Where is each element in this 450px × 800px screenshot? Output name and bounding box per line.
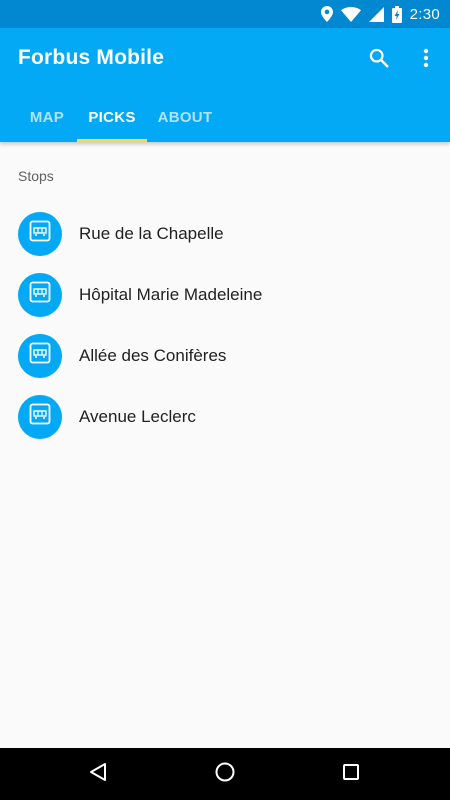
search-icon: [368, 47, 390, 74]
stop-avatar: [18, 333, 62, 378]
back-button[interactable]: [78, 754, 118, 794]
tab-map[interactable]: MAP: [17, 92, 77, 142]
status-bar: 2:30: [0, 0, 450, 28]
stop-name: Allée des Conifères: [79, 345, 227, 365]
stop-list: Rue de la Chapelle Hôpital Marie Madelei…: [0, 203, 450, 447]
tab-indicator: [77, 139, 147, 142]
app-bar: Forbus Mobile MAP PICKS ABOUT: [0, 28, 450, 142]
bus-icon: [29, 342, 51, 369]
home-button[interactable]: [205, 754, 245, 794]
recents-button[interactable]: [331, 754, 371, 794]
location-icon: [320, 6, 333, 22]
bus-icon: [29, 281, 51, 308]
back-icon: [88, 762, 108, 787]
tab-picks[interactable]: PICKS: [77, 92, 147, 142]
bus-icon: [29, 403, 51, 430]
recents-icon: [342, 763, 360, 786]
home-icon: [214, 761, 236, 788]
stop-avatar: [18, 272, 62, 317]
signal-icon: [368, 6, 384, 22]
tab-about[interactable]: ABOUT: [147, 92, 223, 142]
stop-name: Rue de la Chapelle: [79, 223, 224, 243]
bus-icon: [29, 220, 51, 247]
list-item[interactable]: Hôpital Marie Madeleine: [0, 264, 450, 325]
status-clock: 2:30: [409, 5, 440, 23]
more-vert-icon: [423, 48, 429, 73]
section-header-stops: Stops: [18, 168, 54, 184]
stop-avatar: [18, 211, 62, 256]
overflow-menu-button[interactable]: [408, 42, 444, 78]
list-item[interactable]: Allée des Conifères: [0, 325, 450, 386]
stop-name: Hôpital Marie Madeleine: [79, 284, 263, 304]
list-item[interactable]: Avenue Leclerc: [0, 386, 450, 447]
stop-avatar: [18, 394, 62, 439]
search-button[interactable]: [361, 42, 397, 78]
stop-name: Avenue Leclerc: [79, 406, 196, 426]
battery-charging-icon: [391, 5, 402, 23]
app-title: Forbus Mobile: [18, 46, 165, 69]
wifi-icon: [340, 6, 361, 22]
system-nav-bar: [0, 748, 450, 800]
list-item[interactable]: Rue de la Chapelle: [0, 203, 450, 264]
picks-content: Stops Rue de la Chapelle Hôpital Marie M…: [0, 142, 450, 748]
tab-bar: MAP PICKS ABOUT: [0, 92, 450, 142]
